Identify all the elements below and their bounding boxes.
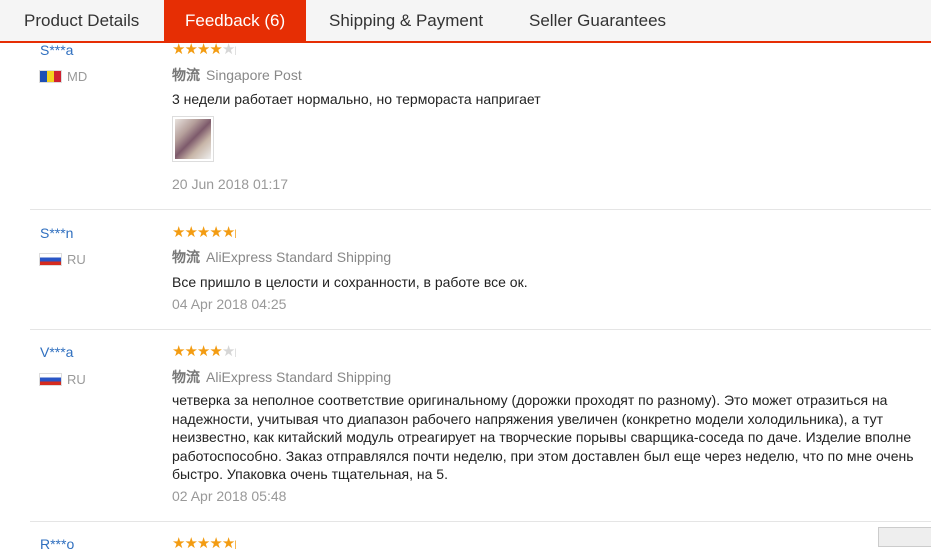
star-icon: ★: [184, 41, 197, 58]
reviewer-name[interactable]: V***a: [40, 344, 73, 360]
logistics-label: 物流: [172, 67, 200, 83]
star-empty-icon: ★: [221, 41, 235, 58]
tab-bar: Product Details Feedback (6) Shipping & …: [0, 0, 931, 43]
shipping-method-name: Singapore Post: [206, 67, 302, 83]
rating-tail-icon: |: [234, 347, 237, 357]
rating-tail-icon: |: [234, 228, 237, 238]
star-icon: ★: [209, 224, 222, 241]
reviewer-name[interactable]: S***n: [40, 225, 73, 241]
star-empty-icon: ★: [221, 343, 235, 360]
country-code: RU: [67, 372, 86, 387]
shipping-method: 物流 Singapore Post: [172, 65, 302, 85]
review-divider: [30, 209, 931, 210]
star-icon: ★: [196, 41, 210, 58]
review-date: 04 Apr 2018 04:25: [172, 296, 287, 312]
moldova-flag-icon: [40, 71, 61, 82]
review-date: 20 Jun 2018 01:17: [172, 176, 288, 192]
review-text-line: Все пришло в целости и сохранности, в ра…: [172, 274, 528, 290]
partial-button[interactable]: [878, 527, 931, 547]
review-text: четверка за неполное соответствие оригин…: [172, 391, 914, 484]
review-text: 3 недели работает нормально, но терморас…: [172, 90, 541, 109]
star-icon: ★: [184, 535, 197, 552]
review-photo-thumbnail[interactable]: [172, 116, 214, 162]
review-text-line: четверка за неполное соответствие оригин…: [172, 392, 888, 408]
rating-stars: ★★★★★|: [172, 535, 237, 552]
shipping-method: 物流 AliExpress Standard Shipping: [172, 367, 391, 387]
star-icon: ★: [184, 343, 197, 360]
shipping-method: 物流 AliExpress Standard Shipping: [172, 247, 391, 267]
rating-stars: ★★★★★|: [172, 41, 237, 58]
logistics-label: 物流: [172, 249, 200, 265]
star-icon: ★: [172, 224, 185, 241]
russia-flag-icon: [40, 254, 61, 265]
star-icon: ★: [209, 41, 222, 58]
russia-flag-icon: [40, 374, 61, 385]
star-icon: ★: [172, 535, 185, 552]
review-text-line: быстро. Упаковка очень тщательная, на 5.: [172, 466, 448, 482]
tab-seller-guarantees[interactable]: Seller Guarantees: [529, 0, 666, 41]
reviewer-country: RU: [40, 372, 86, 387]
country-code: RU: [67, 252, 86, 267]
review-photo-image: [175, 119, 211, 159]
shipping-method-name: AliExpress Standard Shipping: [206, 369, 392, 385]
reviewer-country: MD: [40, 69, 87, 84]
tab-product-details[interactable]: Product Details: [24, 0, 139, 41]
review-divider: [30, 521, 931, 522]
country-code: MD: [67, 69, 88, 84]
review-text-line: надежности, учитывая что диапазон рабоче…: [172, 410, 884, 427]
review-date: 02 Apr 2018 05:48: [172, 488, 287, 504]
reviewer-name[interactable]: R***o: [40, 536, 74, 552]
review-text-line: неизвестно, как китайский модуль отреаги…: [172, 429, 912, 445]
star-icon: ★: [196, 343, 210, 360]
review-text-line: работоспособно. Заказ отправлялся почти …: [172, 447, 914, 464]
star-icon: ★: [172, 41, 185, 58]
shipping-method-name: AliExpress Standard Shipping: [206, 249, 392, 265]
tab-shipping-payment[interactable]: Shipping & Payment: [329, 0, 483, 41]
review-text-line: 3 недели работает нормально, но терморас…: [172, 91, 541, 107]
star-icon: ★: [209, 343, 222, 360]
logistics-label: 物流: [172, 369, 200, 385]
rating-tail-icon: |: [234, 539, 237, 549]
star-icon: ★: [172, 343, 185, 360]
rating-tail-icon: |: [234, 45, 237, 55]
review-divider: [30, 329, 931, 330]
star-icon: ★: [221, 224, 235, 241]
star-icon: ★: [209, 535, 222, 552]
review-text: Все пришло в целости и сохранности, в ра…: [172, 273, 528, 292]
rating-stars: ★★★★★|: [172, 224, 237, 241]
star-icon: ★: [196, 224, 210, 241]
star-icon: ★: [196, 535, 210, 552]
rating-stars: ★★★★★|: [172, 343, 237, 360]
reviewer-country: RU: [40, 252, 86, 267]
tab-feedback[interactable]: Feedback (6): [164, 0, 307, 43]
star-icon: ★: [221, 535, 235, 552]
star-icon: ★: [184, 224, 197, 241]
reviewer-name[interactable]: S***a: [40, 42, 73, 58]
